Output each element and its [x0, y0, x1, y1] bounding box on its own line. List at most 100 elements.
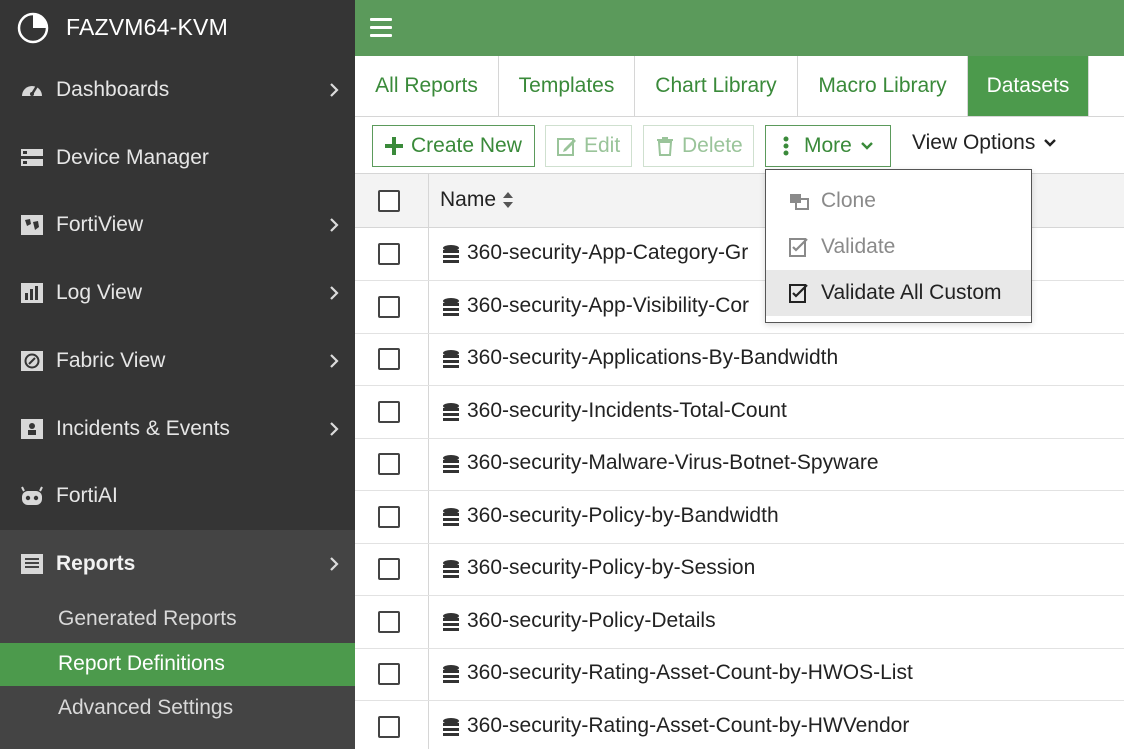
- validate-icon: [789, 238, 808, 257]
- tab-datasets[interactable]: Datasets: [968, 56, 1089, 116]
- name-header-label: Name: [440, 188, 497, 211]
- sidebar-item-fortiview[interactable]: FortiView: [0, 191, 355, 259]
- submenu-item-label: Report Definitions: [58, 652, 225, 675]
- toolbar: Create New Edit Delete More View Options: [355, 117, 1124, 174]
- trash-icon: [657, 137, 673, 156]
- select-all-checkbox[interactable]: [378, 190, 400, 212]
- row-checkbox[interactable]: [378, 663, 400, 685]
- sort-icon: [503, 192, 514, 208]
- delete-button[interactable]: Delete: [643, 125, 754, 167]
- sidebar-item-label: Log View: [56, 281, 143, 304]
- menu-item-clone[interactable]: Clone: [766, 178, 1031, 224]
- database-icon: [443, 403, 459, 421]
- server-icon: [21, 149, 43, 166]
- name-column-header[interactable]: Name: [440, 188, 514, 212]
- reports-submenu: Generated Reports Report Definitions Adv…: [0, 598, 355, 749]
- fabric-icon: [21, 351, 43, 371]
- menu-item-label: Validate: [821, 235, 896, 258]
- view-options-label: View Options: [912, 131, 1036, 154]
- create-new-button[interactable]: Create New: [372, 125, 535, 167]
- table-row[interactable]: 360-security-Rating-Asset-Count-by-HWVen…: [355, 701, 1124, 749]
- menu-item-label: Clone: [821, 189, 876, 212]
- top-bar: [355, 0, 1124, 56]
- submenu-item-report-definitions[interactable]: Report Definitions: [0, 643, 355, 686]
- plus-icon: [385, 137, 403, 155]
- dataset-name: 360-security-Incidents-Total-Count: [467, 399, 787, 422]
- row-checkbox[interactable]: [378, 506, 400, 528]
- sidebar-item-device-manager[interactable]: Device Manager: [0, 124, 355, 192]
- vertical-dots-icon: [783, 136, 789, 156]
- sidebar-item-label: Incidents & Events: [56, 417, 230, 440]
- submenu-item-generated-reports[interactable]: Generated Reports: [0, 598, 355, 641]
- sidebar-item-fortiai[interactable]: FortiAI: [0, 462, 355, 530]
- tab-bar: All Reports Templates Chart Library Macr…: [355, 56, 1124, 117]
- tab-all-reports[interactable]: All Reports: [355, 56, 499, 116]
- menu-item-validate[interactable]: Validate: [766, 224, 1031, 270]
- delete-label: Delete: [682, 134, 743, 157]
- chevron-down-icon: [1044, 139, 1057, 147]
- submenu-item-advanced-settings[interactable]: Advanced Settings: [0, 687, 355, 730]
- chevron-right-icon: [330, 422, 339, 436]
- validate-icon: [789, 284, 808, 303]
- database-icon: [443, 508, 459, 526]
- menu-item-validate-all-custom[interactable]: Validate All Custom: [766, 270, 1031, 316]
- tab-chart-library[interactable]: Chart Library: [635, 56, 798, 116]
- speedometer-icon: [22, 85, 42, 96]
- chevron-right-icon: [330, 83, 339, 97]
- view-options-dropdown[interactable]: View Options: [912, 131, 1057, 155]
- row-checkbox[interactable]: [378, 453, 400, 475]
- table-row[interactable]: 360-security-Policy-Details: [355, 596, 1124, 649]
- row-checkbox[interactable]: [378, 243, 400, 265]
- hamburger-menu-icon[interactable]: [370, 18, 392, 38]
- table-row[interactable]: 360-security-Policy-by-Session: [355, 543, 1124, 596]
- sidebar-item-label: Fabric View: [56, 349, 166, 372]
- chevron-right-icon: [330, 354, 339, 368]
- database-icon: [443, 245, 459, 263]
- submenu-item-label: Generated Reports: [58, 607, 237, 630]
- brand-header: FAZVM64-KVM: [0, 0, 355, 56]
- tab-macro-library[interactable]: Macro Library: [798, 56, 968, 116]
- table-row[interactable]: 360-security-Policy-by-Bandwidth: [355, 491, 1124, 544]
- table-row[interactable]: 360-security-Applications-By-Bandwidth: [355, 333, 1124, 386]
- database-icon: [443, 298, 459, 316]
- sidebar-item-fabric-view[interactable]: Fabric View: [0, 327, 355, 395]
- row-checkbox[interactable]: [378, 348, 400, 370]
- more-label: More: [804, 134, 852, 157]
- row-checkbox[interactable]: [378, 296, 400, 318]
- sidebar-item-dashboards[interactable]: Dashboards: [0, 56, 355, 124]
- chevron-down-icon: [861, 142, 873, 150]
- sidebar-item-label: FortiView: [56, 213, 144, 236]
- sidebar-item-log-view[interactable]: Log View: [0, 259, 355, 327]
- row-checkbox[interactable]: [378, 558, 400, 580]
- bar-log-icon: [21, 283, 43, 303]
- chevron-right-icon: [330, 218, 339, 232]
- row-checkbox[interactable]: [378, 716, 400, 738]
- table-row[interactable]: 360-security-Rating-Asset-Count-by-HWOS-…: [355, 648, 1124, 701]
- row-checkbox[interactable]: [378, 401, 400, 423]
- sidebar-item-incidents-events[interactable]: Incidents & Events: [0, 395, 355, 463]
- dataset-name: 360-security-App-Category-Gr: [467, 241, 749, 264]
- clone-icon: [790, 194, 809, 210]
- database-icon: [443, 350, 459, 368]
- device-title: FAZVM64-KVM: [66, 14, 228, 40]
- create-new-label: Create New: [411, 134, 522, 157]
- fortianalyzer-logo-icon: [17, 12, 49, 44]
- table-row[interactable]: 360-security-Incidents-Total-Count: [355, 386, 1124, 439]
- database-icon: [443, 455, 459, 473]
- dataset-name: 360-security-Malware-Virus-Botnet-Spywar…: [467, 451, 879, 474]
- dataset-name: 360-security-App-Visibility-Cor: [467, 294, 750, 317]
- table-row[interactable]: 360-security-Malware-Virus-Botnet-Spywar…: [355, 438, 1124, 491]
- dataset-name: 360-security-Applications-By-Bandwidth: [467, 346, 839, 369]
- sidebar-item-reports[interactable]: Reports: [0, 530, 355, 598]
- chevron-right-icon: [330, 286, 339, 300]
- edit-button[interactable]: Edit: [545, 125, 632, 167]
- database-icon: [443, 613, 459, 631]
- reports-icon: [21, 554, 43, 574]
- edit-label: Edit: [584, 134, 621, 157]
- database-icon: [443, 665, 459, 683]
- row-checkbox[interactable]: [378, 611, 400, 633]
- menu-item-label: Validate All Custom: [821, 281, 1002, 304]
- more-button[interactable]: More: [765, 125, 891, 167]
- tab-templates[interactable]: Templates: [499, 56, 635, 116]
- sidebar-item-label: Device Manager: [56, 146, 209, 169]
